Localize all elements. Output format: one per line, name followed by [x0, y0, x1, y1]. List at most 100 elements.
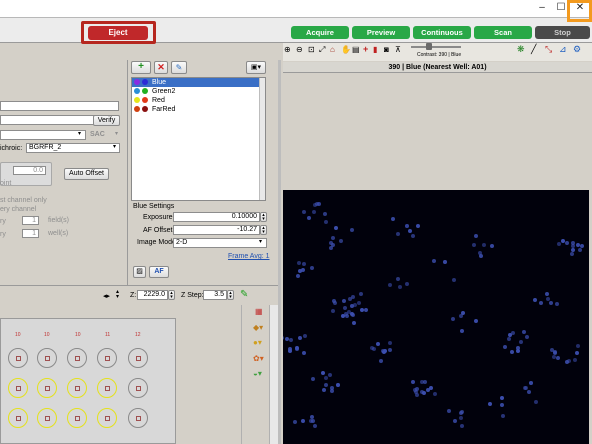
crosshair-icon[interactable]: +: [363, 44, 368, 54]
stop-button[interactable]: Stop: [535, 26, 590, 39]
plate-well[interactable]: [37, 378, 57, 398]
channel-item-green2[interactable]: Green2: [132, 87, 265, 96]
preview-button[interactable]: Preview: [352, 26, 410, 39]
splitter[interactable]: [278, 60, 281, 444]
cell-nucleus: [442, 260, 447, 265]
cell-nucleus: [359, 291, 364, 296]
settings-icon[interactable]: ⚙: [573, 44, 581, 55]
contrast-slider-thumb[interactable]: [426, 43, 432, 50]
save-icon[interactable]: ▤: [352, 45, 360, 54]
z-input[interactable]: 2229.0: [137, 290, 168, 300]
plate-well[interactable]: [97, 378, 117, 398]
point-tool-icon[interactable]: ●▾: [253, 338, 262, 347]
verify-button[interactable]: Verify: [93, 115, 120, 126]
arrow-left-right-icon[interactable]: ◂▸: [103, 292, 110, 300]
scan-option-every-channel[interactable]: ery channel: [0, 206, 36, 213]
plate-well[interactable]: [8, 378, 28, 398]
histogram-icon[interactable]: ⊼: [395, 45, 401, 54]
cell-nucleus: [288, 337, 293, 342]
microscope-image[interactable]: [283, 190, 589, 444]
region-tool-icon[interactable]: ◒▾: [253, 369, 262, 378]
grid-icon[interactable]: ▦: [255, 307, 263, 316]
pan-icon[interactable]: ✋: [341, 45, 351, 54]
zoom-out-icon[interactable]: ⊖: [296, 45, 303, 54]
channel-item-red[interactable]: Red: [132, 96, 265, 105]
edit-channel-button[interactable]: ✎: [171, 61, 187, 74]
cell-nucleus: [331, 243, 336, 248]
plate-well[interactable]: [37, 348, 57, 368]
exposure-input[interactable]: 0.10000: [173, 212, 260, 222]
well-unit: well(s): [48, 230, 69, 237]
snowflake-icon[interactable]: ❋: [517, 44, 525, 55]
cell-nucleus: [458, 416, 463, 421]
channel-item-farred[interactable]: FarRed: [132, 105, 265, 114]
zoom-box-icon[interactable]: ⊡: [308, 45, 315, 54]
channel-color-dot: [134, 88, 140, 94]
exposure-stepper[interactable]: ▴ ▾: [260, 212, 267, 222]
field-count-input[interactable]: 1: [22, 216, 39, 225]
plate-well[interactable]: [67, 408, 87, 428]
arrow-up-down-icon[interactable]: ▴ ▾: [116, 289, 119, 300]
channel-scrollbar[interactable]: [259, 78, 265, 200]
name-field[interactable]: [0, 101, 119, 111]
channel-options-button[interactable]: ▣▾: [246, 61, 266, 74]
plate-well[interactable]: [67, 348, 87, 368]
plate-well[interactable]: [128, 378, 148, 398]
camera-icon[interactable]: ◙: [384, 45, 389, 54]
z-step-input[interactable]: 3.5: [203, 290, 227, 300]
remove-channel-button[interactable]: ✕: [154, 61, 168, 74]
plate-well[interactable]: [97, 408, 117, 428]
roi-icon[interactable]: ▮: [373, 45, 377, 54]
plate-map[interactable]: [0, 318, 176, 444]
cell-nucleus: [331, 309, 336, 314]
cell-nucleus: [410, 380, 415, 385]
plate-well[interactable]: [128, 408, 148, 428]
channel-color-dot: [134, 97, 140, 103]
offset-input[interactable]: 0.0: [13, 166, 46, 175]
image-icon[interactable]: ▨: [133, 266, 146, 278]
column-number: 11: [105, 332, 111, 338]
auto-offset-button[interactable]: Auto Offset: [64, 168, 109, 180]
minimize-button[interactable]: –: [532, 1, 552, 15]
af-button[interactable]: AF: [149, 266, 169, 278]
plate-well[interactable]: [8, 348, 28, 368]
well-count-input[interactable]: 1: [22, 229, 39, 238]
plate-well[interactable]: [97, 348, 117, 368]
scan-option-first-channel[interactable]: st channel only: [0, 197, 47, 204]
channel-item-blue[interactable]: Blue: [132, 78, 265, 87]
af-offset-stepper[interactable]: ▴ ▾: [260, 225, 267, 235]
scan-button[interactable]: Scan: [474, 26, 532, 39]
chart-icon[interactable]: ⊿: [559, 44, 567, 55]
chevron-down-icon: ▾: [259, 239, 263, 245]
cell-nucleus: [397, 284, 402, 289]
plate-well[interactable]: [128, 348, 148, 368]
cell-nucleus: [317, 202, 322, 207]
well-marker-icon: [136, 386, 141, 391]
acquire-button[interactable]: Acquire: [291, 26, 349, 39]
home-icon[interactable]: ⌂: [330, 45, 335, 54]
add-channel-button[interactable]: +: [131, 61, 151, 74]
pencil-icon[interactable]: ✎: [240, 289, 248, 300]
af-offset-input[interactable]: -10.27: [173, 225, 260, 235]
image-mode-select[interactable]: 2-D: [173, 238, 267, 248]
cell-nucleus: [555, 356, 560, 361]
continuous-button[interactable]: Continuous: [413, 26, 471, 39]
dichroic-select[interactable]: BGRFR_2: [26, 143, 120, 153]
plate-well[interactable]: [8, 408, 28, 428]
zoom-in-icon[interactable]: ⊕: [284, 45, 291, 54]
fit-icon[interactable]: ⤢: [319, 45, 325, 55]
cell-nucleus: [429, 385, 434, 390]
line-profile-icon[interactable]: ╱: [531, 44, 536, 55]
channel-list[interactable]: Blue Green2 Red FarRed: [131, 77, 266, 201]
z-step-stepper[interactable]: ▴ ▾: [227, 290, 234, 300]
select-tool-icon[interactable]: ◆▾: [253, 323, 263, 332]
multi-point-icon[interactable]: ✿▾: [253, 354, 264, 363]
plate-well[interactable]: [67, 378, 87, 398]
z-stepper[interactable]: ▴ ▾: [168, 290, 175, 300]
frame-avg-link[interactable]: Frame Avg: 1: [228, 253, 270, 260]
plate-scrollbar[interactable]: [269, 305, 278, 444]
plate-well[interactable]: [37, 408, 57, 428]
measure-icon[interactable]: ⤡: [545, 44, 552, 55]
mode-select[interactable]: [0, 130, 86, 140]
contrast-slider-track[interactable]: [411, 46, 461, 48]
